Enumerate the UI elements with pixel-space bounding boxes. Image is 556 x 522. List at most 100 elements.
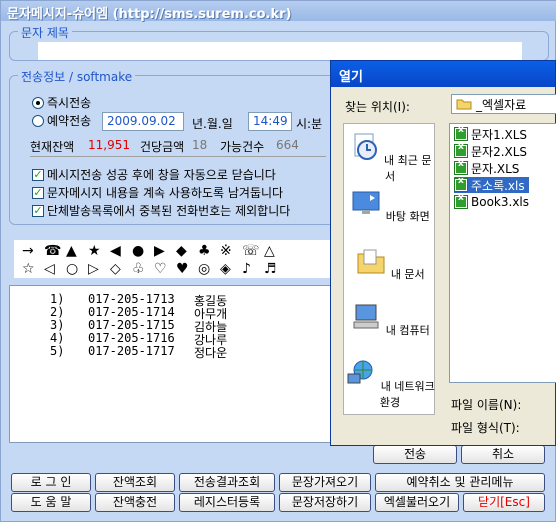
register-button[interactable]: 레지스터등록 (179, 493, 275, 512)
subject-group: 문자 제목 (9, 24, 549, 61)
symbol-button[interactable]: ♥ (176, 261, 198, 277)
count-label: 가능건수 (220, 140, 265, 154)
radio-icon (32, 96, 44, 109)
dialog-title: 열기 (331, 61, 555, 87)
load-sentence-button[interactable]: 문장가져오기 (279, 473, 371, 492)
file-name: Book3.xls (471, 195, 530, 209)
recipient-phone: 017-205-1717 (88, 344, 175, 358)
folder-icon (456, 99, 472, 110)
reservation-manage-button[interactable]: 예약취소 및 관리메뉴 (375, 473, 545, 492)
place-my-computer[interactable]: 내 컴퓨터 (344, 302, 436, 338)
symbol-row-2: ☆ ◁ ○ ▷ ◇ ♧ ♡ ♥ ◎ ◈ ♪ ♬ (22, 261, 286, 277)
dedupe-label: 단체발송목록에서 중복된 전화번호는 제외합니다 (47, 204, 291, 218)
network-globe-icon (347, 360, 373, 384)
symbol-button[interactable]: ♣ (198, 243, 220, 259)
immediate-send-label: 즉시전송 (47, 96, 92, 110)
symbol-button[interactable]: ○ (66, 261, 88, 277)
radio-icon (32, 114, 44, 127)
place-network[interactable]: 내 네트워크 환경 (344, 358, 436, 410)
symbol-button[interactable]: △ (264, 243, 286, 259)
checkmark-icon: ✓ (32, 167, 44, 181)
computer-icon (353, 304, 379, 329)
balance-check-button[interactable]: 잔액조회 (95, 473, 175, 492)
symbol-button[interactable]: ♪ (242, 261, 264, 277)
login-button[interactable]: 로 그 인 (11, 473, 91, 492)
subject-input[interactable] (38, 42, 522, 60)
balance-label: 현재잔액 (30, 140, 75, 154)
symbol-button[interactable]: ☏ (242, 243, 264, 259)
close-button[interactable]: 닫기[Esc] (463, 493, 545, 512)
reserve-time-input[interactable]: 14:49 (248, 112, 292, 131)
excel-file-icon (454, 142, 468, 158)
file-name: 주소록.xls (471, 178, 525, 193)
symbol-button[interactable]: ☆ (22, 261, 44, 277)
immediate-send-radio[interactable]: 즉시전송 (32, 94, 91, 111)
symbol-button[interactable]: ▲ (66, 243, 88, 259)
reserve-send-radio[interactable]: 예약전송 (32, 112, 91, 129)
symbol-row-1: → ☎ ▲ ★ ◀ ● ▶ ◆ ♣ ※ ☏ △ (22, 243, 286, 259)
unit-price-value: 18 (192, 138, 208, 152)
dedupe-checkbox[interactable]: ✓ 단체발송목록에서 중복된 전화번호는 제외합니다 (32, 202, 290, 219)
excel-file-icon (454, 193, 468, 209)
symbol-button[interactable]: ▷ (88, 261, 110, 277)
symbol-button[interactable]: ※ (220, 243, 242, 259)
auto-close-checkbox[interactable]: ✓ 메시지전송 성공 후에 창을 자동으로 닫습니다 (32, 166, 276, 183)
checkmark-icon: ✓ (32, 203, 44, 217)
file-item[interactable]: 주소록.xls (454, 176, 529, 193)
file-list[interactable]: 문자1.XLS 문자2.XLS 문자.XLS 주소록.xls Book3.xls (449, 123, 556, 383)
excel-file-icon (454, 159, 468, 175)
divider (30, 156, 326, 157)
symbol-button[interactable]: ◎ (198, 261, 220, 277)
send-result-button[interactable]: 전송결과조회 (179, 473, 275, 492)
symbol-button[interactable]: ◈ (220, 261, 242, 277)
place-recent-documents[interactable]: 내 최근 문서 (344, 132, 436, 184)
place-recent-label: 내 최근 문서 (384, 154, 432, 183)
symbol-button[interactable]: ♧ (132, 261, 154, 277)
symbol-button[interactable]: ♡ (154, 261, 176, 277)
recipient-row[interactable]: 5) 017-205-1717 정다운 (50, 344, 254, 361)
file-name: 문자1.XLS (471, 127, 528, 142)
symbol-button[interactable]: ◁ (44, 261, 66, 277)
excel-file-icon (454, 125, 468, 141)
location-value: _엑셀자료 (476, 97, 527, 112)
file-item[interactable]: 문자2.XLS (454, 142, 531, 159)
keep-message-checkbox[interactable]: ✓ 문자메시지 내용을 계속 사용하도록 남겨둡니다 (32, 184, 283, 201)
file-item[interactable]: 문자.XLS (454, 159, 523, 176)
save-sentence-button[interactable]: 문장저장하기 (279, 493, 371, 512)
symbol-button[interactable]: ☎ (44, 243, 66, 259)
time-unit-label: 시:분 (296, 117, 323, 131)
place-my-documents[interactable]: 내 문서 (344, 246, 436, 282)
place-desktop-label: 바탕 화면 (385, 210, 430, 223)
symbol-button[interactable]: ▶ (154, 243, 176, 259)
balance-value: 11,951 (88, 138, 130, 152)
documents-folder-icon (357, 249, 385, 274)
symbol-button[interactable]: ◇ (110, 261, 132, 277)
location-dropdown[interactable]: _엑셀자료 (451, 94, 556, 114)
place-network-label: 내 네트워크 환경 (379, 380, 435, 409)
open-file-dialog: 열기 찾는 위치(I): _엑셀자료 내 최근 문서 바탕 화면 내 문서 내 … (330, 60, 556, 446)
desktop-icon (352, 191, 380, 214)
file-item[interactable]: 문자1.XLS (454, 125, 531, 142)
file-item[interactable]: Book3.xls (454, 193, 533, 210)
reserve-date-input[interactable]: 2009.09.02 (102, 112, 184, 131)
cancel-button[interactable]: 취소 (461, 445, 545, 464)
symbol-button[interactable]: ♬ (264, 261, 286, 277)
file-name: 문자.XLS (471, 161, 520, 176)
symbol-button[interactable]: ★ (88, 243, 110, 259)
symbol-button[interactable]: ◆ (176, 243, 198, 259)
recipient-num: 5) (50, 344, 65, 358)
place-desktop[interactable]: 바탕 화면 (344, 188, 436, 224)
symbol-button[interactable]: ● (132, 243, 154, 259)
symbol-button[interactable]: → (22, 243, 44, 259)
subject-label: 문자 제목 (18, 24, 72, 41)
recharge-button[interactable]: 잔액충전 (95, 493, 175, 512)
places-bar: 내 최근 문서 바탕 화면 내 문서 내 컴퓨터 내 네트워크 환경 (343, 123, 435, 415)
place-documents-label: 내 문서 (390, 268, 425, 281)
help-button[interactable]: 도 움 말 (11, 493, 91, 512)
date-unit-label: 년.월.일 (192, 117, 233, 131)
excel-load-button[interactable]: 엑셀불러오기 (375, 493, 459, 512)
symbol-button[interactable]: ◀ (110, 243, 132, 259)
filetype-label: 파일 형식(T): (451, 421, 520, 435)
excel-file-icon (454, 176, 468, 192)
send-button[interactable]: 전송 (373, 445, 457, 464)
